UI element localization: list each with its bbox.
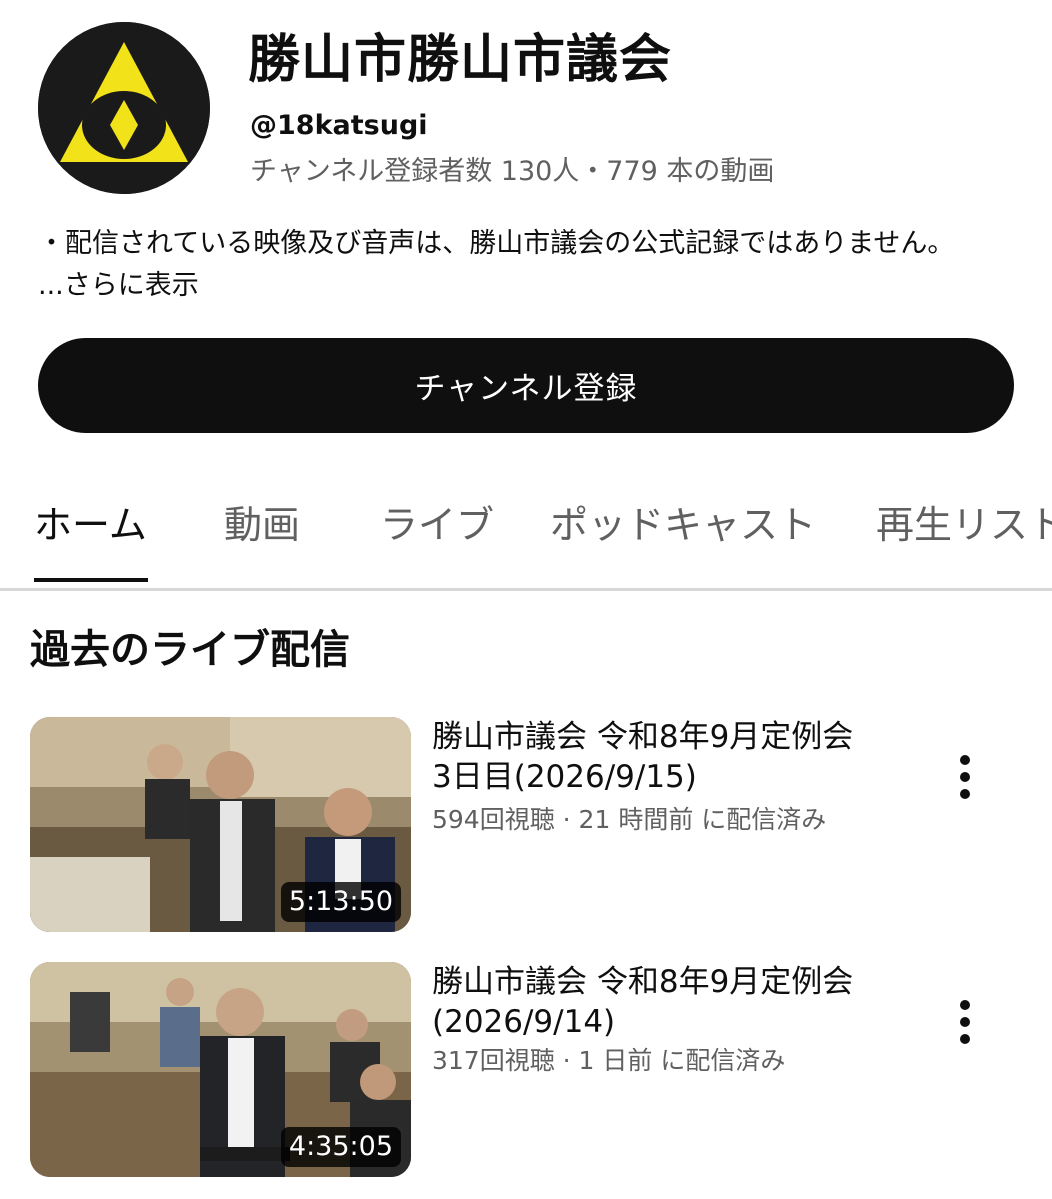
video-title[interactable]: 勝山市議会 令和8年9月定例会 3日目(2026/9/15) xyxy=(432,717,902,797)
tab-playlists[interactable]: 再生リスト xyxy=(876,500,1052,550)
more-options-icon[interactable] xyxy=(945,747,985,807)
tab-videos[interactable]: 動画 xyxy=(224,500,300,550)
subscribe-button[interactable]: チャンネル登録 xyxy=(38,338,1014,433)
tab-live[interactable]: ライブ xyxy=(380,500,494,550)
channel-description: ・配信されている映像及び音声は、勝山市議会の公式記録ではありません。 xyxy=(38,228,955,259)
channel-handle: @18katsugi xyxy=(250,110,428,141)
video-duration: 5:13:50 xyxy=(280,882,401,922)
tab-home[interactable]: ホーム xyxy=(34,500,147,550)
video-meta: 317回視聴 · 1 日前 に配信済み xyxy=(432,1046,786,1075)
video-thumbnail[interactable]: 5:13:50 xyxy=(30,717,411,932)
channel-tabs: ホーム 動画 ライブ ポッドキャスト 再生リスト xyxy=(0,470,1052,591)
katsuyama-emblem-icon xyxy=(38,22,210,194)
video-thumbnail[interactable]: 4:35:05 xyxy=(30,962,411,1177)
section-title: 過去のライブ配信 xyxy=(30,627,350,673)
channel-stats: チャンネル登録者数 130人・779 本の動画 xyxy=(250,156,775,187)
video-title-line: 3日目(2026/9/15) xyxy=(432,759,697,795)
video-title-line: (2026/9/14) xyxy=(432,1004,616,1040)
video-item[interactable]: 5:13:50 勝山市議会 令和8年9月定例会 3日目(2026/9/15) 5… xyxy=(0,717,1052,933)
active-tab-indicator xyxy=(34,578,148,582)
video-title-line: 勝山市議会 令和8年9月定例会 xyxy=(432,964,854,1000)
video-duration: 4:35:05 xyxy=(280,1127,401,1167)
channel-avatar[interactable] xyxy=(38,22,210,194)
more-options-icon[interactable] xyxy=(945,992,985,1052)
channel-name: 勝山市勝山市議会 xyxy=(248,30,673,90)
show-more-link[interactable]: ...さらに表示 xyxy=(38,268,199,304)
tab-podcasts[interactable]: ポッドキャスト xyxy=(550,500,816,550)
video-meta: 594回視聴 · 21 時間前 に配信済み xyxy=(432,805,827,834)
video-title-line: 勝山市議会 令和8年9月定例会 xyxy=(432,719,854,755)
video-title[interactable]: 勝山市議会 令和8年9月定例会 (2026/9/14) xyxy=(432,962,902,1042)
video-item[interactable]: 4:35:05 勝山市議会 令和8年9月定例会 (2026/9/14) 317回… xyxy=(0,962,1052,1178)
